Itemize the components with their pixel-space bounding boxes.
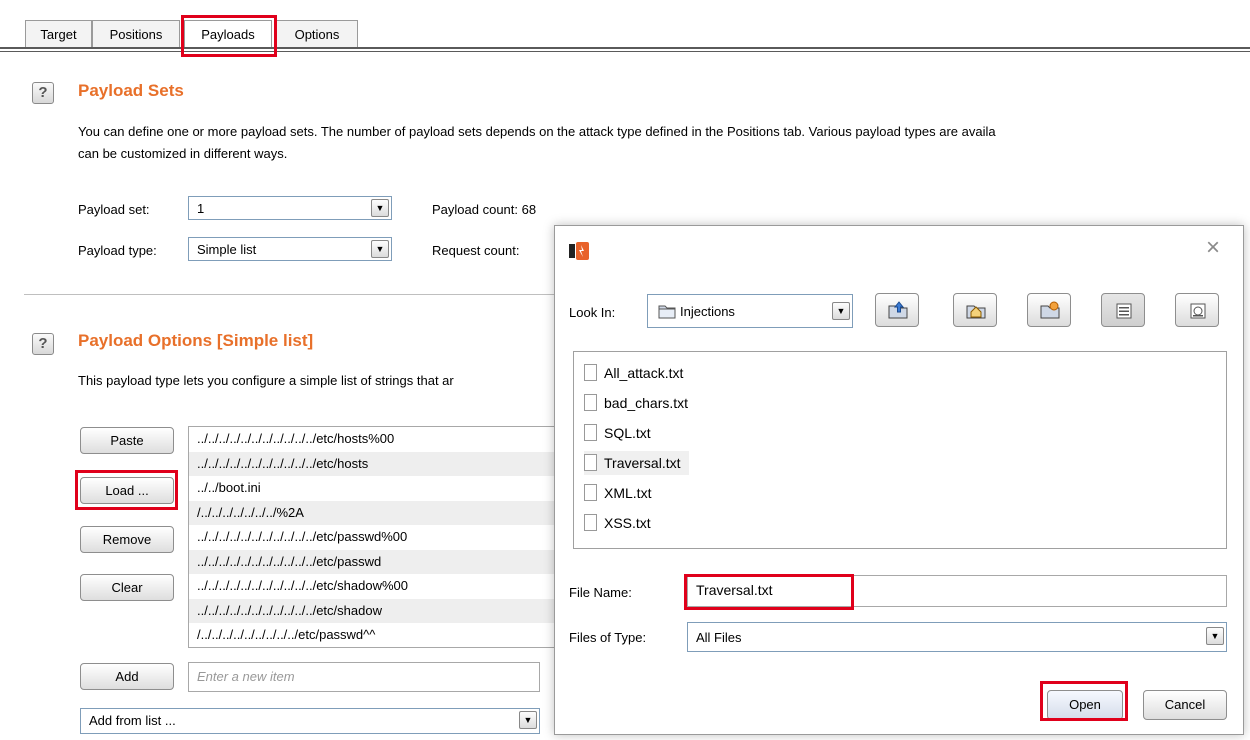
files-of-type-value: All Files <box>696 630 742 645</box>
add-button[interactable]: Add <box>80 663 174 690</box>
file-icon <box>584 453 597 471</box>
highlight-open-button <box>1040 681 1128 721</box>
look-in-value: Injections <box>680 304 735 319</box>
remove-button[interactable]: Remove <box>80 526 174 553</box>
payload-type-value: Simple list <box>197 242 257 257</box>
file-name: XML.txt <box>604 485 652 501</box>
list-item[interactable]: bad_chars.txt <box>584 391 696 415</box>
payload-options-description: This payload type lets you configure a s… <box>78 373 454 388</box>
payload-count-label-text: Payload count: <box>432 202 519 217</box>
tab-positions[interactable]: Positions <box>92 20 180 47</box>
tab-target[interactable]: Target <box>25 20 92 47</box>
close-icon[interactable]: × <box>1206 234 1220 262</box>
payload-sets-description-line1: You can define one or more payload sets.… <box>78 124 996 139</box>
chevron-down-icon: ▼ <box>832 302 850 320</box>
payload-type-label: Payload type: <box>78 243 157 258</box>
file-icon <box>584 423 597 441</box>
list-item[interactable]: ../../../../../../../../../../../etc/pas… <box>189 549 557 574</box>
chevron-down-icon: ▼ <box>519 711 537 729</box>
payload-count-label: Payload count: 68 <box>432 202 536 217</box>
new-folder-icon <box>1040 301 1060 319</box>
file-icon <box>584 393 597 411</box>
file-name: SQL.txt <box>604 425 651 441</box>
burp-app-icon <box>569 242 589 260</box>
list-item[interactable]: ../../../../../../../../../../../etc/sha… <box>189 574 557 599</box>
look-in-select[interactable]: Injections ▼ <box>647 294 853 328</box>
list-item[interactable]: All_attack.txt <box>584 361 691 385</box>
highlight-file-name <box>684 574 854 610</box>
paste-button[interactable]: Paste <box>80 427 174 454</box>
chevron-down-icon: ▼ <box>1206 627 1224 645</box>
file-icon <box>584 513 597 531</box>
home-button[interactable] <box>953 293 997 327</box>
list-item[interactable]: ../../../../../../../../../../../etc/hos… <box>189 451 557 476</box>
help-icon[interactable]: ? <box>32 82 54 104</box>
list-item[interactable]: Traversal.txt <box>584 451 689 475</box>
file-name-label: File Name: <box>569 585 632 600</box>
home-icon <box>966 305 986 319</box>
payload-type-select[interactable]: Simple list ▼ <box>188 237 392 261</box>
list-view-icon <box>1116 303 1132 319</box>
payload-set-select[interactable]: 1 ▼ <box>188 196 392 220</box>
new-folder-button[interactable] <box>1027 293 1071 327</box>
clear-button[interactable]: Clear <box>80 574 174 601</box>
payload-set-value: 1 <box>197 201 205 216</box>
request-count-label: Request count: <box>432 243 520 258</box>
new-item-input[interactable]: Enter a new item <box>188 662 540 692</box>
list-item[interactable]: ../../boot.ini <box>189 476 557 501</box>
payload-count-value: 68 <box>521 202 537 217</box>
file-name: bad_chars.txt <box>604 395 689 411</box>
up-folder-icon <box>888 301 908 319</box>
payload-sets-title: Payload Sets <box>78 81 184 100</box>
list-item[interactable]: XML.txt <box>584 481 659 505</box>
payload-options-title: Payload Options [Simple list] <box>78 331 314 350</box>
add-from-list-select[interactable]: Add from list ... ▼ <box>80 708 540 734</box>
file-icon <box>584 483 597 501</box>
payload-sets-description-line2: can be customized in different ways. <box>78 146 288 161</box>
highlight-payloads-tab <box>181 15 277 57</box>
chevron-down-icon: ▼ <box>371 240 389 258</box>
payload-set-label: Payload set: <box>78 202 150 217</box>
file-name: Traversal.txt <box>604 455 681 471</box>
cancel-button[interactable]: Cancel <box>1143 690 1227 720</box>
help-icon[interactable]: ? <box>32 333 54 355</box>
details-view-icon <box>1190 303 1206 319</box>
files-of-type-label: Files of Type: <box>569 630 647 645</box>
highlight-load-button <box>75 470 178 510</box>
file-name: XSS.txt <box>604 515 651 531</box>
files-of-type-select[interactable]: All Files ▼ <box>687 622 1227 652</box>
folder-icon <box>658 303 676 322</box>
add-from-list-value: Add from list ... <box>89 713 176 728</box>
list-item[interactable]: /../../../../../../../../../etc/passwd^^ <box>189 623 557 648</box>
list-item[interactable]: ../../../../../../../../../../../etc/pas… <box>189 525 557 550</box>
list-item[interactable]: ../../../../../../../../../../../etc/hos… <box>189 427 557 452</box>
list-item[interactable]: ../../../../../../../../../../../etc/sha… <box>189 598 557 623</box>
file-list[interactable]: All_attack.txt bad_chars.txt SQL.txt Tra… <box>573 351 1227 549</box>
open-file-dialog: × Look In: Injections ▼ All_attack.txt b… <box>554 225 1244 735</box>
list-view-button[interactable] <box>1101 293 1145 327</box>
details-view-button[interactable] <box>1175 293 1219 327</box>
section-divider <box>24 294 564 295</box>
list-item[interactable]: /../../../../../../../%2A <box>189 500 557 525</box>
list-item[interactable]: SQL.txt <box>584 421 659 445</box>
tab-options[interactable]: Options <box>276 20 358 47</box>
file-name: All_attack.txt <box>604 365 684 381</box>
list-item[interactable]: XSS.txt <box>584 511 659 535</box>
chevron-down-icon: ▼ <box>371 199 389 217</box>
look-in-label: Look In: <box>569 305 616 320</box>
payload-list[interactable]: ../../../../../../../../../../../etc/hos… <box>188 426 558 648</box>
up-folder-button[interactable] <box>875 293 919 327</box>
file-icon <box>584 363 597 381</box>
